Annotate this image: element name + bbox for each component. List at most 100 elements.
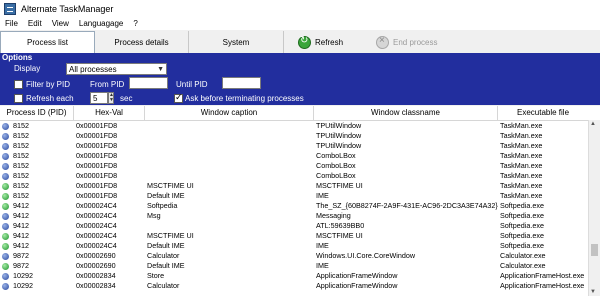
process-status-icon: [2, 182, 9, 190]
refresh-each-label: Refresh each: [26, 94, 74, 103]
caption-cell: Store: [147, 271, 165, 280]
table-row[interactable]: 8152 0x00001FD8 TPUtilWindow TaskMan.exe: [0, 131, 600, 141]
classname-cell: ApplicationFrameWindow: [316, 271, 398, 280]
until-pid-label: Until PID: [176, 80, 208, 89]
caption-cell: MSCTFIME UI: [147, 181, 194, 190]
hex-cell: 0x000024C4: [76, 201, 117, 210]
caption-cell: [145, 141, 314, 151]
classname-cell: IME: [316, 191, 329, 200]
table-row[interactable]: 10292 0x00002834 Calculator ApplicationFram…: [0, 281, 600, 291]
menu-file[interactable]: File: [0, 19, 23, 28]
menu-view[interactable]: View: [47, 19, 74, 28]
executable-cell: Calculator.exe: [500, 261, 546, 270]
refresh-button[interactable]: Refresh: [294, 31, 372, 53]
menu-help[interactable]: ?: [128, 19, 142, 28]
table-row[interactable]: 9872 0x00002690 Default IME IME Calculator.e…: [0, 261, 600, 271]
process-status-icon: [2, 202, 9, 210]
executable-cell: ApplicationFrameHost.exe: [500, 281, 585, 290]
classname-cell: Windows.UI.Core.CoreWindow: [316, 251, 416, 260]
options-title: Options: [2, 53, 33, 62]
pid-value: 9872: [13, 251, 29, 260]
from-pid-label: From PID: [90, 80, 125, 89]
refresh-each-checkbox[interactable]: [14, 94, 23, 103]
tab-process-details[interactable]: Process details: [95, 31, 189, 53]
table-row[interactable]: 9872 0x00002690 Calculator Windows.UI.Core.…: [0, 251, 600, 261]
caption-cell: [145, 171, 314, 181]
menu-language[interactable]: Languagage: [74, 19, 129, 28]
pid-value: 9412: [13, 221, 29, 230]
hex-cell: 0x00001FD8: [76, 151, 118, 160]
refresh-icon: [298, 35, 311, 49]
from-pid-input[interactable]: [129, 77, 168, 89]
hex-cell: 0x00001FD8: [76, 171, 118, 180]
end-process-button[interactable]: End process: [372, 31, 466, 53]
until-pid-input[interactable]: [222, 77, 261, 89]
hex-cell: 0x00002690: [76, 261, 116, 270]
scroll-down-icon[interactable]: ▼: [590, 289, 596, 295]
pid-cell: 9872: [0, 251, 74, 261]
ask-before-terminate-label: Ask before terminating processes: [185, 94, 304, 103]
tab-system[interactable]: System: [189, 31, 284, 53]
table-row[interactable]: 8152 0x00001FD8 Default IME IME TaskMan.exe: [0, 191, 600, 201]
table-row[interactable]: 9412 0x000024C4 Softpedia The_SZ_{60B8274F-…: [0, 201, 600, 211]
table-row[interactable]: 9412 0x000024C4 Default IME IME Softpedia.ex…: [0, 241, 600, 251]
display-label: Display: [14, 64, 41, 73]
table-row[interactable]: 9412 0x000024C4 MSCTFIME UI MSCTFIME UI Soft…: [0, 231, 600, 241]
executable-cell: Calculator.exe: [500, 251, 546, 260]
column-header-hex[interactable]: Hex-Val: [74, 106, 145, 120]
table-row[interactable]: 8152 0x00001FD8 ComboLBox TaskMan.exe: [0, 161, 600, 171]
menu-edit[interactable]: Edit: [23, 19, 47, 28]
table-row[interactable]: 8152 0x00001FD8 ComboLBox TaskMan.exe: [0, 171, 600, 181]
display-select-value: All processes: [69, 65, 117, 74]
caption-cell: Calculator: [147, 281, 180, 290]
filter-pid-checkbox[interactable]: [14, 80, 23, 89]
pid-cell: 8152: [0, 171, 74, 181]
caption-cell: [145, 151, 314, 161]
scroll-thumb[interactable]: [591, 244, 598, 256]
title-bar: Alternate TaskManager: [0, 0, 600, 18]
process-status-icon: [2, 222, 9, 230]
process-status-icon: [2, 172, 9, 180]
pid-value: 9412: [13, 211, 29, 220]
pid-value: 8152: [13, 121, 29, 130]
caption-cell: [145, 131, 314, 141]
hex-cell: 0x00002834: [76, 271, 116, 280]
menu-bar: File Edit View Languagage ?: [0, 17, 600, 30]
hex-cell: 0x000024C4: [76, 211, 117, 220]
end-process-button-label: End process: [393, 37, 438, 47]
hex-cell: 0x00001FD8: [76, 191, 118, 200]
classname-cell: MSCTFIME UI: [316, 181, 363, 190]
executable-cell: Softpedia.exe: [500, 231, 544, 240]
table-row[interactable]: 9412 0x000024C4 Msg Messaging Softpedia.exe: [0, 211, 600, 221]
vertical-scrollbar[interactable]: ▲ ▼: [588, 120, 600, 296]
ask-before-terminate-checkbox[interactable]: [174, 92, 183, 103]
column-header-classname[interactable]: Window classname: [314, 106, 498, 120]
pid-cell: 9872: [0, 261, 74, 271]
pid-value: 8152: [13, 141, 29, 150]
executable-cell: Softpedia.exe: [500, 241, 544, 250]
caption-cell: Default IME: [147, 241, 185, 250]
table-row[interactable]: 8152 0x00001FD8 ComboLBox TaskMan.exe: [0, 151, 600, 161]
executable-cell: TaskMan.exe: [500, 191, 543, 200]
column-header-pid[interactable]: Process ID (PID): [0, 106, 74, 120]
table-row[interactable]: 9412 0x000024C4 ATL:59639BB0 Softpedia.exe: [0, 221, 600, 231]
refresh-interval-input[interactable]: 5: [90, 92, 108, 104]
process-status-icon: [2, 192, 9, 200]
table-row[interactable]: 8152 0x00001FD8 TPUtilWindow TaskMan.exe: [0, 141, 600, 151]
table-row[interactable]: 8152 0x00001FD8 MSCTFIME UI MSCTFIME UI Task…: [0, 181, 600, 191]
table-row[interactable]: 10292 0x00002834 Store ApplicationFrameWind…: [0, 271, 600, 281]
process-status-icon: [2, 232, 9, 240]
tab-process-list[interactable]: Process list: [0, 31, 95, 53]
refresh-interval-spinner[interactable]: ▲ ▼: [108, 92, 114, 104]
pid-value: 8152: [13, 161, 29, 170]
classname-cell: ComboLBox: [316, 161, 356, 170]
scroll-up-icon[interactable]: ▲: [590, 121, 596, 127]
caption-cell: MSCTFIME UI: [147, 231, 194, 240]
hex-cell: 0x00002690: [76, 251, 116, 260]
hex-cell: 0x00002834: [76, 281, 116, 290]
display-select[interactable]: All processes ▼: [66, 63, 167, 75]
column-header-caption[interactable]: Window caption: [145, 106, 314, 120]
table-row[interactable]: 8152 0x00001FD8 TPUtilWindow TaskMan.exe: [0, 121, 600, 131]
column-header-executable[interactable]: Executable file: [498, 106, 588, 120]
pid-cell: 8152: [0, 141, 74, 151]
